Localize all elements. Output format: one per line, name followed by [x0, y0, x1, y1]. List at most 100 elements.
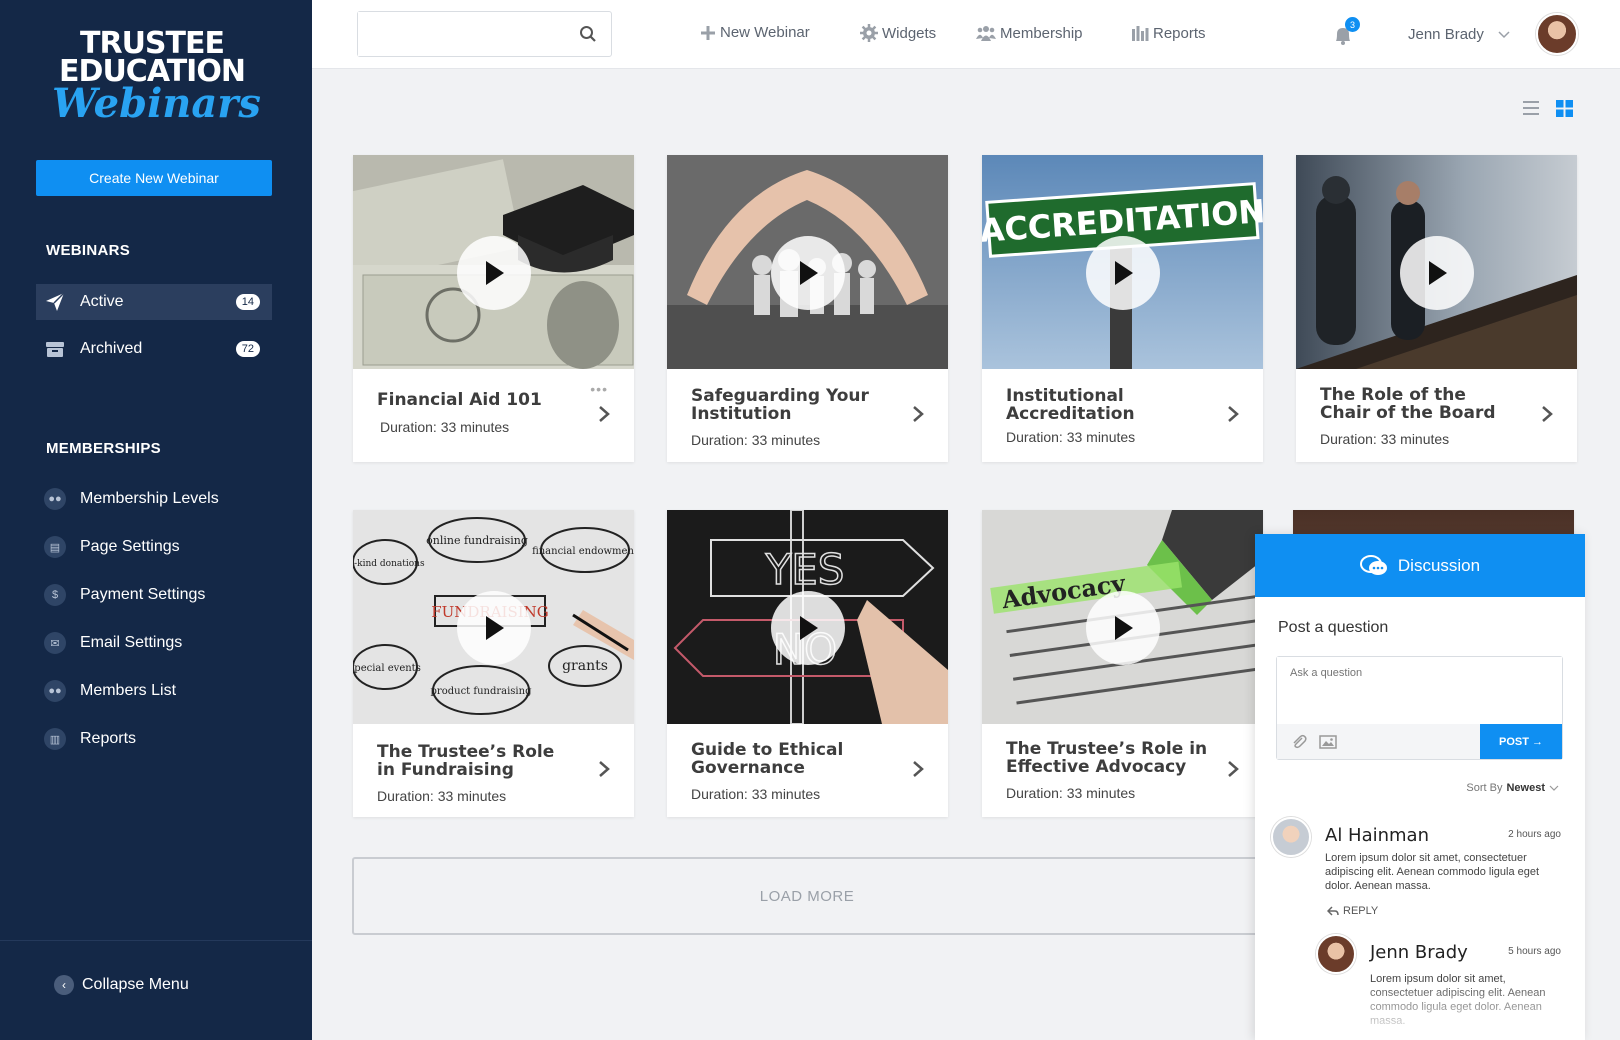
webinar-card[interactable]: online fundraising financial endowment i…: [353, 510, 634, 817]
chevron-right-icon[interactable]: [1541, 405, 1553, 423]
sidebar: TRUSTEE EDUCATION Webinars Create New We…: [0, 0, 312, 1040]
sidebar-item-archived[interactable]: Archived 72: [36, 331, 272, 367]
collapse-menu-button[interactable]: ‹ Collapse Menu: [54, 975, 189, 995]
new-webinar-link[interactable]: New Webinar: [700, 24, 810, 41]
webinar-card[interactable]: ACCREDITATION Institutional Accreditatio…: [982, 155, 1263, 462]
post-button[interactable]: POST →: [1480, 724, 1562, 759]
webinar-thumbnail[interactable]: [353, 155, 634, 369]
sidebar-item-members-list[interactable]: ●● Members List: [36, 673, 272, 709]
chevron-right-icon[interactable]: [598, 760, 610, 778]
webinar-card[interactable]: Safeguarding Your Institution Duration: …: [667, 155, 948, 462]
chevron-right-icon[interactable]: [598, 405, 610, 423]
list-view-toggle[interactable]: [1522, 100, 1540, 121]
discussion-header[interactable]: Discussion: [1255, 534, 1585, 597]
play-button[interactable]: [771, 591, 845, 665]
comment-author: Jenn Brady: [1370, 942, 1468, 963]
sidebar-item-label: Page Settings: [80, 538, 180, 555]
sort-prefix: Sort By: [1466, 782, 1503, 794]
play-button[interactable]: [1086, 591, 1160, 665]
avatar[interactable]: [1271, 817, 1311, 857]
webinar-card[interactable]: The Role of the Chair of the Board Durat…: [1296, 155, 1577, 462]
users-icon: [976, 26, 996, 41]
search-input[interactable]: [358, 12, 558, 56]
load-more-button[interactable]: LOAD MORE: [352, 857, 1262, 935]
webinar-thumbnail[interactable]: online fundraising financial endowment i…: [353, 510, 634, 724]
user-menu[interactable]: Jenn Brady: [1408, 26, 1510, 43]
count-badge: 14: [235, 294, 260, 310]
comment-time: 2 hours ago: [1508, 829, 1561, 840]
play-button[interactable]: [1086, 236, 1160, 310]
image-icon[interactable]: [1319, 734, 1337, 749]
webinar-title: The Trustee’s Role in Effective Advocacy: [1006, 739, 1208, 777]
webinar-duration: Duration: 33 minutes: [1006, 785, 1136, 801]
play-button[interactable]: [771, 236, 845, 310]
plus-icon: [701, 25, 715, 40]
users-icon: ●●: [44, 488, 66, 510]
play-icon: [1115, 261, 1133, 285]
webinar-duration: Duration: 33 minutes: [380, 419, 510, 435]
sidebar-item-active[interactable]: Active 14: [36, 284, 272, 320]
webinar-card[interactable]: ••• Financial Aid 101 Duration: 33 minut…: [353, 155, 634, 462]
sidebar-item-label: Email Settings: [80, 634, 183, 651]
question-input[interactable]: [1277, 657, 1562, 723]
envelope-icon: ✉: [44, 632, 66, 654]
webinar-card[interactable]: YES NO Guide to Ethical Governance Durat…: [667, 510, 948, 817]
play-icon: [1429, 261, 1447, 285]
membership-link[interactable]: Membership: [976, 24, 1083, 42]
brand-logo[interactable]: TRUSTEE EDUCATION Webinars: [52, 29, 261, 127]
chevron-down-icon: [1549, 785, 1559, 791]
collapse-menu-area: ‹ Collapse Menu: [0, 940, 312, 1040]
webinar-thumbnail[interactable]: [667, 155, 948, 369]
webinars-section-title: WEBINARS: [46, 242, 131, 259]
chevron-right-icon[interactable]: [912, 760, 924, 778]
avatar[interactable]: [1536, 13, 1578, 55]
avatar[interactable]: [1316, 934, 1356, 974]
widgets-link[interactable]: Widgets: [860, 24, 936, 42]
search-icon[interactable]: [579, 25, 597, 48]
sort-dropdown[interactable]: Sort By Newest: [1466, 782, 1559, 794]
notifications-button[interactable]: 3: [1332, 17, 1360, 51]
webinar-card[interactable]: Advocacy The Trustee’s Role in Effective…: [982, 510, 1263, 817]
paperclip-icon[interactable]: [1291, 734, 1307, 750]
webinar-title: Guide to Ethical Governance: [691, 740, 844, 778]
top-bar: New Webinar Widgets Membership Reports 3…: [312, 0, 1620, 69]
reports-link[interactable]: Reports: [1131, 24, 1206, 42]
reply-button[interactable]: REPLY: [1327, 905, 1378, 917]
more-options-icon[interactable]: •••: [590, 381, 608, 397]
create-new-webinar-button[interactable]: Create New Webinar: [36, 160, 272, 196]
question-composer: POST →: [1276, 656, 1563, 760]
webinar-thumbnail[interactable]: [1296, 155, 1577, 369]
post-button-label: POST: [1498, 735, 1529, 748]
play-icon: [486, 616, 504, 640]
chevron-right-icon[interactable]: [1227, 405, 1239, 423]
sidebar-item-reports[interactable]: ▥ Reports: [36, 721, 272, 757]
sidebar-item-membership-levels[interactable]: ●● Membership Levels: [36, 481, 272, 517]
count-badge: 72: [235, 341, 260, 357]
play-button[interactable]: [1400, 236, 1474, 310]
memberships-section-title: MEMBERSHIPS: [46, 440, 161, 457]
webinar-thumbnail[interactable]: Advocacy: [982, 510, 1263, 724]
play-button[interactable]: [457, 591, 531, 665]
webinar-title: The Role of the Chair of the Board: [1320, 385, 1496, 423]
users-icon: ●●: [44, 680, 66, 702]
webinar-title: The Trustee’s Role in Fundraising: [377, 742, 555, 780]
chevron-right-icon[interactable]: [912, 405, 924, 423]
grid-view-toggle[interactable]: [1556, 100, 1573, 122]
webinar-thumbnail[interactable]: ACCREDITATION: [982, 155, 1263, 369]
sidebar-item-payment-settings[interactable]: $ Payment Settings: [36, 577, 272, 613]
arrow-right-icon: →: [1532, 735, 1543, 748]
composer-toolbar: [1277, 724, 1482, 759]
sidebar-item-email-settings[interactable]: ✉ Email Settings: [36, 625, 272, 661]
dollar-icon: $: [44, 584, 66, 606]
scroll-fade: [1255, 980, 1585, 1040]
webinar-thumbnail[interactable]: YES NO: [667, 510, 948, 724]
logo-line-3: Webinars: [52, 80, 261, 127]
reply-icon: [1327, 906, 1339, 916]
sidebar-item-label: Payment Settings: [80, 586, 206, 603]
chevron-left-icon: ‹: [54, 975, 74, 995]
sidebar-item-page-settings[interactable]: ▤ Page Settings: [36, 529, 272, 565]
play-button[interactable]: [457, 236, 531, 310]
thumb-word: grants: [562, 658, 608, 674]
reply-label: REPLY: [1343, 905, 1379, 917]
chevron-right-icon[interactable]: [1227, 760, 1239, 778]
